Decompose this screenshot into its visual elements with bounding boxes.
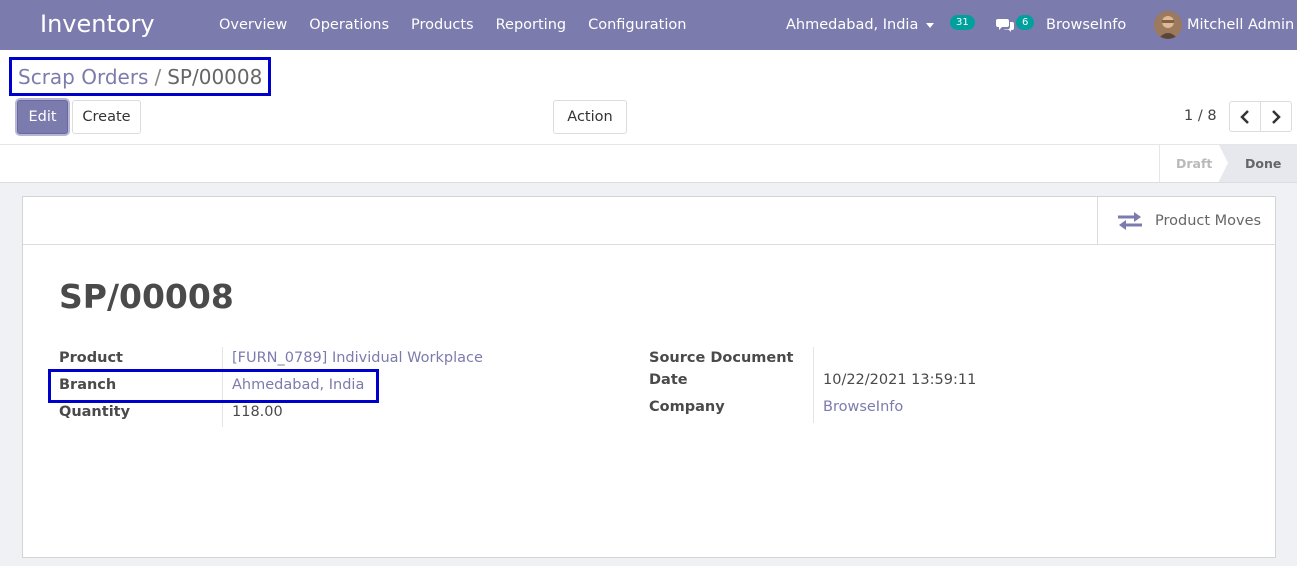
menu-overview[interactable]: Overview <box>208 17 298 33</box>
branch-switcher[interactable]: Ahmedabad, India <box>786 0 935 50</box>
menu-reporting[interactable]: Reporting <box>485 17 578 33</box>
activity-count-badge: 31 <box>950 14 975 30</box>
user-menu[interactable]: Mitchell Admin <box>1154 0 1294 50</box>
button-box: Product Moves <box>23 197 1275 245</box>
pager-previous-button[interactable] <box>1229 101 1261 132</box>
user-name: Mitchell Admin <box>1187 17 1295 33</box>
exchange-arrows-icon <box>1118 211 1142 230</box>
edit-button[interactable]: Edit <box>17 100 68 134</box>
create-button[interactable]: Create <box>72 100 141 134</box>
status-draft[interactable]: Draft <box>1159 145 1228 182</box>
status-bar: Draft Done <box>1159 145 1297 182</box>
messaging-menu[interactable]: 6 <box>996 0 1035 50</box>
menu-configuration[interactable]: Configuration <box>577 17 697 33</box>
date-value: 10/22/2021 13:59:11 <box>823 372 977 388</box>
menu-operations[interactable]: Operations <box>298 17 400 33</box>
user-avatar <box>1154 11 1182 39</box>
product-label: Product <box>59 350 123 366</box>
breadcrumb: Scrap Orders / SP/00008 <box>9 57 271 96</box>
product-moves-label: Product Moves <box>1155 212 1262 229</box>
source-document-label: Source Document <box>649 350 794 366</box>
breadcrumb-current: SP/00008 <box>167 64 263 89</box>
action-button[interactable]: Action <box>553 100 627 134</box>
form-sheet: Product Moves SP/00008 Product [FURN_078… <box>22 196 1276 558</box>
pager-value[interactable]: 1 / 8 <box>1184 108 1217 124</box>
chevron-right-icon <box>1272 109 1281 124</box>
caret-down-icon <box>926 22 935 28</box>
record-title: SP/00008 <box>59 277 234 316</box>
company-value[interactable]: BrowseInfo <box>823 399 903 415</box>
pager-next-button[interactable] <box>1260 101 1292 132</box>
branch-switcher-label: Ahmedabad, India <box>786 17 919 33</box>
activity-menu[interactable]: 31 <box>950 0 975 50</box>
quantity-label: Quantity <box>59 404 131 420</box>
app-name[interactable]: Inventory <box>40 10 155 38</box>
top-navbar: Inventory Overview Operations Products R… <box>0 0 1297 50</box>
branch-highlight <box>48 369 379 403</box>
company-switcher[interactable]: BrowseInfo <box>1046 0 1126 50</box>
main-menu: Overview Operations Products Reporting C… <box>208 0 697 50</box>
date-label: Date <box>649 372 688 388</box>
breadcrumb-separator: / <box>154 64 162 89</box>
chevron-left-icon <box>1240 109 1249 124</box>
message-count-badge: 6 <box>1016 14 1035 30</box>
quantity-value: 118.00 <box>232 404 283 420</box>
menu-products[interactable]: Products <box>400 17 485 33</box>
status-done[interactable]: Done <box>1219 145 1297 182</box>
right-group-divider <box>813 347 814 423</box>
statusbar-divider <box>0 144 1297 145</box>
avatar-image-icon <box>1154 11 1182 39</box>
product-moves-button[interactable]: Product Moves <box>1097 197 1275 244</box>
product-value[interactable]: [FURN_0789] Individual Workplace <box>232 350 483 366</box>
breadcrumb-scrap-orders[interactable]: Scrap Orders <box>18 65 148 89</box>
company-label: Company <box>649 399 725 415</box>
chat-bubbles-icon <box>996 19 1014 32</box>
